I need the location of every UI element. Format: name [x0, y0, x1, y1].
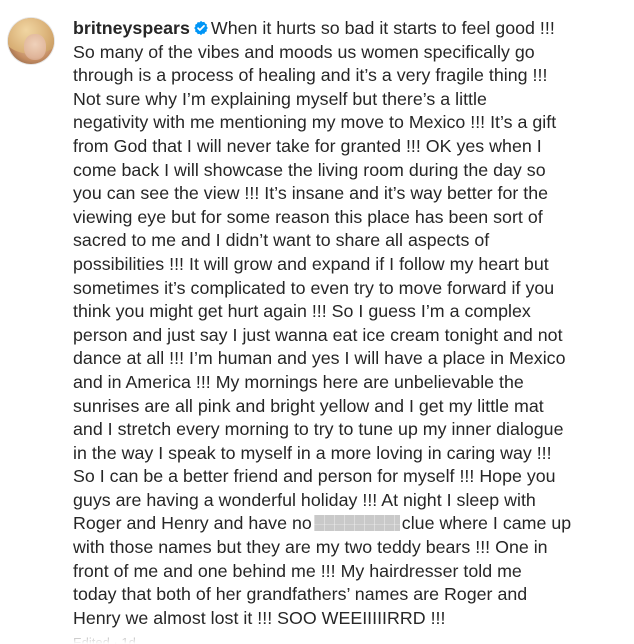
- caption-line-7: come back I will showcase the living roo…: [73, 159, 546, 180]
- caption-line-20: So I can be a better friend and person f…: [73, 466, 556, 487]
- caption-line-24: front of me and one behind me !!! My hai…: [73, 560, 522, 581]
- caption-line-21: guys are having a wonderful holiday !!! …: [73, 489, 536, 510]
- caption-line-9: viewing eye but for some reason this pla…: [73, 206, 543, 227]
- caption-line-8: you can see the view !!! It’s insane and…: [73, 183, 549, 204]
- caption-line-3: through is a process of healing and it’s…: [73, 65, 548, 86]
- caption-line-4: Not sure why I’m explaining myself but t…: [73, 88, 487, 109]
- caption-line-10: sacred to me and I didn’t want to share …: [73, 230, 490, 251]
- caption-line-18: and I stretch every morning to try to tu…: [73, 419, 564, 440]
- redacted-text-blur: [313, 515, 400, 532]
- caption-line-text: When it hurts so bad it starts to feel g…: [210, 18, 555, 38]
- caption-line-text-suffix: clue where I came up: [401, 513, 572, 534]
- username-link[interactable]: britneyspears: [73, 18, 190, 38]
- avatar-face: [24, 34, 46, 60]
- caption-line-13: think you might get hurt again !!! So I …: [73, 301, 531, 322]
- profile-avatar[interactable]: [8, 18, 54, 64]
- caption-line-26: Henry we almost lost it !!! SOO WEEIIIII…: [73, 607, 446, 628]
- caption-line-22: Roger and Henry and have no clue where I …: [73, 512, 633, 536]
- caption-line-16: and in America !!! My mornings here are …: [73, 371, 524, 392]
- caption-line-5: negativity with me mentioning my move to…: [73, 112, 557, 133]
- caption-line-12: sometimes it’s complicated to even try t…: [73, 277, 555, 298]
- caption-line-6: from God that I will never take for gran…: [73, 135, 542, 156]
- caption-text: britneyspears When it hurts so bad it st…: [73, 17, 633, 630]
- caption-line-2: So many of the vibes and moods us women …: [73, 41, 535, 62]
- instagram-caption-post: britneyspears When it hurts so bad it st…: [0, 0, 634, 644]
- verified-badge-icon: [193, 20, 209, 36]
- caption-line-19: in the way I speak to myself in a more l…: [73, 442, 552, 463]
- caption-line-text-prefix: Roger and Henry and have no: [73, 513, 312, 534]
- caption-line-11: possibilities !!! It will grow and expan…: [73, 253, 549, 274]
- caption-line-15: dance at all !!! I’m human and yes I wil…: [73, 348, 566, 369]
- caption-line-14: person and just say I just wanna eat ice…: [73, 324, 563, 345]
- post-meta: Edited · 1d: [73, 635, 136, 644]
- caption-line-1: britneyspears When it hurts so bad it st…: [73, 17, 633, 41]
- caption-line-25: today that both of her grandfathers’ nam…: [73, 584, 528, 605]
- caption-line-23: with those names but they are my two ted…: [73, 537, 548, 558]
- caption-line-17: sunrises are all pink and bright yellow …: [73, 395, 544, 416]
